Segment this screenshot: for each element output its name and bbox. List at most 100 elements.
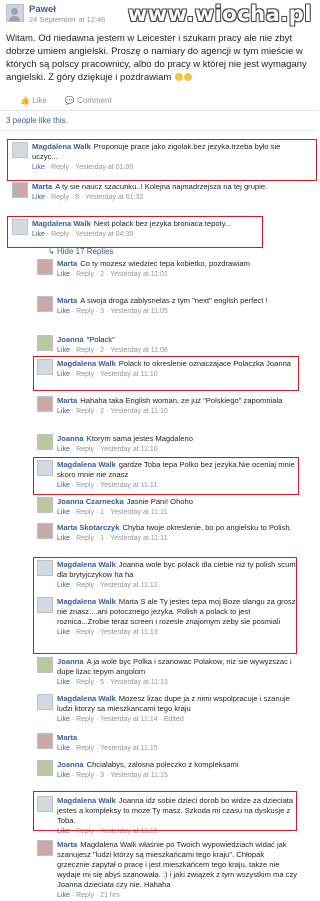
commenter-name[interactable]: Marta	[57, 296, 77, 305]
commenter-name[interactable]: Joanna	[57, 434, 84, 443]
commenter-name[interactable]: Magdalena Walk	[57, 597, 116, 606]
commenter-name[interactable]: Marta	[57, 840, 77, 849]
like-button[interactable]: 👍 Like	[20, 96, 47, 105]
commenter-name[interactable]: Joanna Czarnecka	[57, 497, 124, 506]
commenter-name[interactable]: Marta	[57, 259, 77, 268]
commenter-avatar[interactable]	[12, 182, 28, 198]
hide-replies-label: Hide 17 Replies	[56, 247, 114, 256]
post-author[interactable]: Paweł	[29, 4, 105, 15]
comment-label: Comment	[77, 96, 112, 105]
comment-text: A ty sie naucz szacunku..! Kolejna najma…	[55, 182, 268, 191]
post-time[interactable]: 24 September at 12:46	[29, 15, 105, 24]
commenter-name[interactable]: Joanna	[57, 657, 84, 666]
comment: Marta A ty sie naucz szacunku..! Kolejna …	[32, 182, 308, 203]
comment-reply-and-time[interactable]: · Reply · 5 · Yesterday at 11:13	[70, 679, 168, 686]
comment-reply-and-time[interactable]: · Reply · 21 hrs	[70, 892, 120, 899]
comment-like-button[interactable]: Like	[57, 408, 70, 415]
highlight-box	[33, 356, 299, 391]
comment-like-button[interactable]: Like	[57, 892, 70, 899]
comment-meta: Like · Reply · 1 · Yesterday at 11:11	[57, 508, 298, 518]
comment-like-button[interactable]: Like	[57, 446, 70, 453]
comment: Marta Like · Reply · Yesterday at 11:15	[57, 733, 298, 754]
comment-reply-and-time[interactable]: · Reply · 3 · Yesterday at 11:15	[70, 772, 168, 779]
comment-reply-and-time[interactable]: · Reply · Yesterday at 11:14 · Edited	[70, 716, 184, 723]
commenter-avatar[interactable]	[37, 296, 53, 312]
comment-meta: Like · Reply · 2 · Yesterday at 11:10	[57, 407, 298, 417]
commenter-name[interactable]: Joanna	[57, 760, 84, 769]
comment-button[interactable]: 💬 Comment	[65, 96, 112, 105]
watermark: www.wiocha.pl	[127, 2, 312, 26]
commenter-avatar[interactable]	[37, 523, 53, 539]
comment: Marta Hahaha taka English woman, ze juz "…	[57, 396, 298, 417]
hide-replies-link[interactable]: ↳ Hide 17 Replies	[48, 247, 113, 256]
commenter-name[interactable]: Magdalena Walk	[57, 694, 116, 703]
commenter-name[interactable]: Marta	[57, 733, 77, 742]
commenter-avatar[interactable]	[37, 760, 53, 776]
comment-reply-and-time[interactable]: · Reply · 3 · Yesterday at 11:05	[70, 308, 168, 315]
comment-like-button[interactable]: Like	[57, 629, 70, 636]
commenter-avatar[interactable]	[37, 396, 53, 412]
comment-like-button[interactable]: Like	[32, 194, 45, 201]
comment-like-button[interactable]: Like	[57, 679, 70, 686]
commenter-avatar[interactable]	[37, 497, 53, 513]
comment-text: Jasnie Pani! Ohoho	[126, 497, 193, 506]
comment-like-button[interactable]: Like	[57, 716, 70, 723]
author-avatar[interactable]	[6, 4, 24, 22]
post-text-body: Witam. Od niedawna jestem w Leicester i …	[6, 33, 307, 83]
highlight-box	[33, 791, 297, 831]
comment-reply-and-time[interactable]: · Reply · 2 · Yesterday at 11:10	[70, 408, 168, 415]
comment: Magdalena Walk Marta S ale Ty jestes tepa…	[57, 597, 298, 638]
comment-meta: Like · Reply · Yesterday at 11:15	[57, 744, 298, 754]
commenter-avatar[interactable]	[37, 657, 53, 673]
highlight-box	[33, 457, 299, 495]
smile-emoji-icon	[183, 73, 192, 81]
comment-text: A ja wole byc Polka i szanowac Polakow, …	[57, 657, 292, 676]
smile-emoji-icon	[174, 73, 183, 81]
comment: Magdalena Walk Mozesz lizac dupe ja z nim…	[57, 694, 298, 725]
comment-reply-and-time[interactable]: · Reply · 9 · Yesterday at 01:32	[45, 194, 144, 201]
commenter-avatar[interactable]	[37, 840, 53, 856]
comment-reply-and-time[interactable]: · Reply · 1 · Yesterday at 11:11	[70, 509, 167, 516]
comment-text: Magdalena Walk właśnie po Twoich wypowie…	[57, 840, 298, 889]
comment-like-button[interactable]: Like	[57, 772, 70, 779]
comment-meta: Like · Reply · 5 · Yesterday at 11:13	[57, 678, 298, 688]
comment-meta: Like · Reply · 3 · Yesterday at 11:15	[57, 771, 298, 781]
comment-like-button[interactable]: Like	[57, 271, 70, 278]
comment-text: Co ty mozesz wiedziec tepa kobietko, poz…	[80, 259, 250, 268]
highlight-box	[7, 139, 317, 181]
comment-meta: Like · Reply · 2 · Yesterday at 11:08	[57, 346, 298, 356]
comment-meta: Like · Reply · 1 · Yesterday at 11:11	[57, 534, 298, 544]
comment-reply-and-time[interactable]: · Reply · Yesterday at 11:13	[70, 629, 158, 636]
commenter-avatar[interactable]	[37, 597, 53, 613]
comment-like-button[interactable]: Like	[57, 509, 70, 516]
comment-meta: Like · Reply · Yesterday at 11:14 · Edit…	[57, 715, 298, 725]
commenter-avatar[interactable]	[37, 694, 53, 710]
commenter-avatar[interactable]	[37, 259, 53, 275]
comment-reply-and-time[interactable]: · Reply · 2 · Yesterday at 11:01	[70, 271, 168, 278]
comment-reply-and-time[interactable]: · Reply · Yesterday at 11:15	[70, 745, 158, 752]
commenter-avatar[interactable]	[37, 335, 53, 351]
comment-like-button[interactable]: Like	[57, 745, 70, 752]
like-label: Like	[32, 96, 47, 105]
comment-reply-and-time[interactable]: · Reply · Yesterday at 11:10	[70, 446, 158, 453]
comment: Joanna A ja wole byc Polka i szanowac Pol…	[57, 657, 298, 688]
commenter-name[interactable]: Marta Skotarczyk	[57, 523, 119, 532]
comment-text: Chyba twoje okreslenie, bo po angielsku …	[122, 523, 292, 532]
likes-count[interactable]: 3 people like this.	[0, 111, 318, 131]
commenter-name[interactable]: Joanna	[57, 335, 84, 344]
comment-reply-and-time[interactable]: · Reply · 2 · Yesterday at 11:08	[70, 347, 168, 354]
commenter-name[interactable]: Marta	[57, 396, 77, 405]
comment-like-button[interactable]: Like	[57, 308, 70, 315]
comment: Marta A swoja droga zablysnelas z tym "ne…	[57, 296, 298, 317]
commenter-avatar[interactable]	[37, 434, 53, 450]
comment-text: Ktorym sama jestes Magdaleno	[86, 434, 193, 443]
comment-like-button[interactable]: Like	[57, 347, 70, 354]
comment-reply-and-time[interactable]: · Reply · 1 · Yesterday at 11:11	[70, 535, 167, 542]
post-actions: 👍 Like 💬 Comment	[0, 90, 318, 111]
comment: Marta Co ty mozesz wiedziec tepa kobietko…	[57, 259, 298, 280]
comment-like-button[interactable]: Like	[57, 535, 70, 542]
comment: Joanna "Polack" Like · Reply · 2 · Yesterd…	[57, 335, 298, 356]
comment-meta: Like · Reply · 9 · Yesterday at 01:32	[32, 193, 308, 203]
commenter-avatar[interactable]	[37, 733, 53, 749]
commenter-name[interactable]: Marta	[32, 182, 52, 191]
